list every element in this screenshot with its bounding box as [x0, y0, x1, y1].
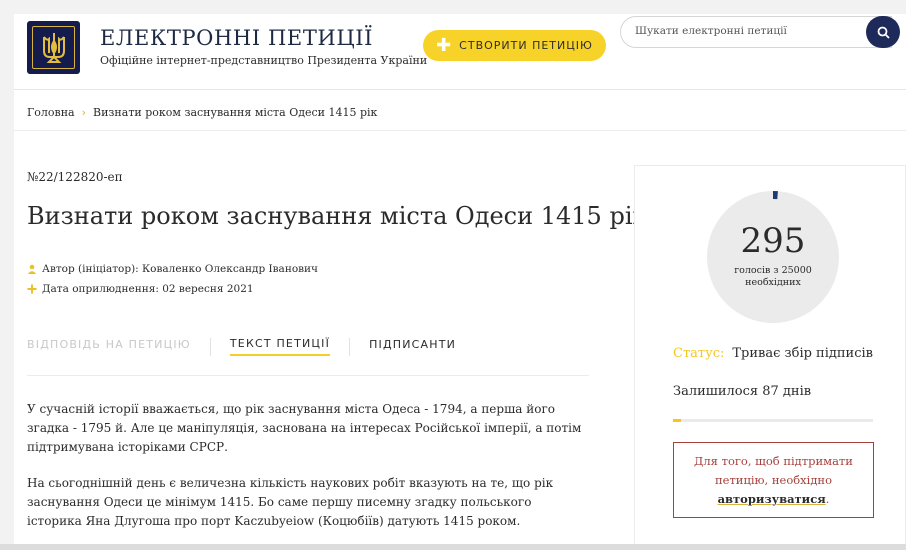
user-icon — [27, 264, 37, 274]
site-subtitle: Офіційне інтернет-представництво Президе… — [100, 54, 428, 67]
petition-author: Автор (ініціатор): Коваленко Олександр І… — [27, 263, 318, 275]
petition-text: У сучасній історії вважається, що рік за… — [27, 400, 587, 548]
author-text: Автор (ініціатор): Коваленко Олександр І… — [42, 263, 318, 275]
time-progress-bar — [673, 419, 873, 422]
plus-icon — [27, 284, 37, 294]
petition-tabs: ВІДПОВІДЬ НА ПЕТИЦІЮ ТЕКСТ ПЕТИЦІЇ ПІДПИ… — [27, 337, 456, 356]
create-petition-label: СТВОРИТИ ПЕТИЦІЮ — [459, 39, 593, 52]
trident-icon[interactable] — [27, 21, 80, 74]
plus-icon: ✚ — [436, 34, 453, 56]
main-content: Головна › Визнати роком заснування міста О… — [14, 90, 906, 550]
votes-needed: голосів з 25000 необхідних — [734, 265, 812, 288]
auth-text: Для того, щоб підтримати петицію, необхі… — [694, 454, 853, 487]
search-input[interactable] — [635, 25, 855, 37]
petition-title: Визнати роком заснування міста Одеси 141… — [27, 202, 648, 230]
search-box — [620, 16, 892, 48]
status-row: Статус: Триває збір підписів — [673, 346, 873, 361]
days-remaining: Залишилося 87 днів — [673, 384, 812, 399]
tab-signers[interactable]: ПІДПИСАНТИ — [369, 338, 456, 355]
tab-answer: ВІДПОВІДЬ НА ПЕТИЦІЮ — [27, 338, 191, 351]
chevron-right-icon: › — [81, 106, 87, 119]
votes-count: 295 — [740, 221, 806, 261]
divider — [14, 130, 906, 131]
breadcrumb: Головна › Визнати роком заснування міста О… — [27, 106, 377, 119]
auth-link[interactable]: авторизуватися — [718, 492, 826, 506]
vote-panel: 295 голосів з 25000 необхідних Статус: Тр… — [634, 165, 906, 550]
petition-paragraph: На сьогоднішній день є величезна кількіс… — [27, 476, 554, 528]
breadcrumb-current: Визнати роком заснування міста Одеси 141… — [93, 106, 378, 119]
petition-paragraph: У сучасній історії вважається, що рік за… — [27, 402, 582, 454]
status-value: Триває збір підписів — [732, 346, 873, 361]
browser-bottom-strip — [0, 544, 906, 550]
auth-notice: Для того, щоб підтримати петицію, необхі… — [673, 442, 874, 518]
status-label: Статус: — [673, 346, 725, 361]
divider — [27, 375, 589, 376]
breadcrumb-home-link[interactable]: Головна — [27, 106, 75, 119]
date-text: Дата оприлюднення: 02 вересня 2021 — [42, 283, 254, 295]
search-icon — [877, 26, 890, 39]
tab-text[interactable]: ТЕКСТ ПЕТИЦІЇ — [229, 337, 331, 356]
create-petition-button[interactable]: ✚ СТВОРИТИ ПЕТИЦІЮ — [423, 30, 606, 61]
tab-separator — [349, 337, 351, 356]
time-progress-fill — [673, 419, 681, 422]
search-button[interactable] — [866, 16, 900, 48]
auth-end: . — [825, 492, 830, 506]
petition-number: №22/122820-еп — [27, 170, 123, 184]
site-title[interactable]: ЕЛЕКТРОННІ ПЕТИЦІЇ — [100, 26, 373, 50]
petition-date: Дата оприлюднення: 02 вересня 2021 — [27, 283, 254, 295]
tab-separator — [209, 337, 211, 356]
